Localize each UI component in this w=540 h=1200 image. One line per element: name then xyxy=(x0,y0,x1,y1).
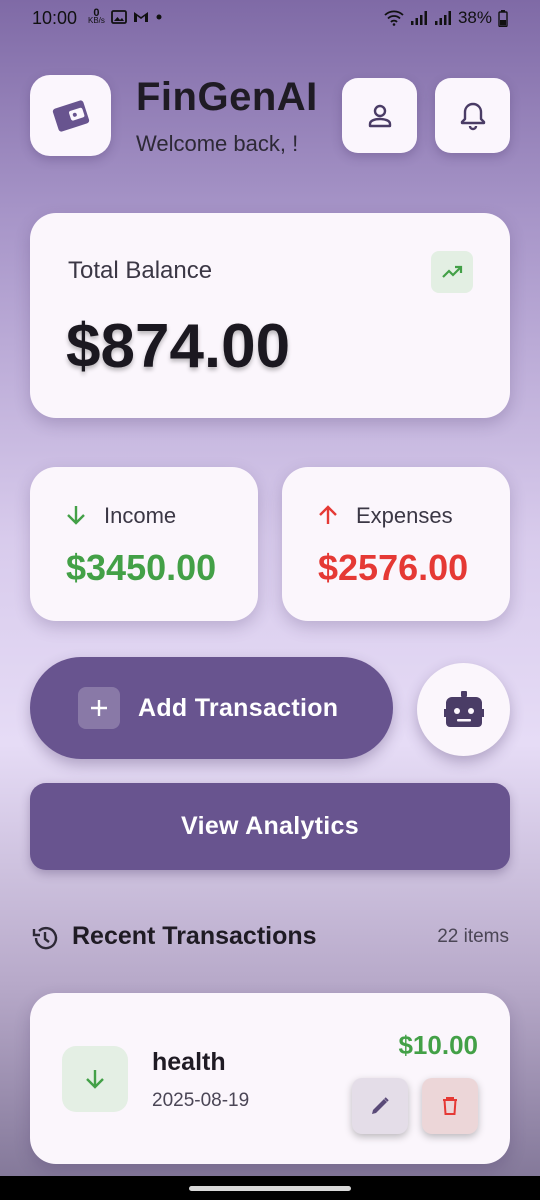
battery-percent: 38% xyxy=(457,8,492,27)
arrow-down-icon xyxy=(86,1070,104,1089)
home-gesture-handle[interactable] xyxy=(189,1186,351,1191)
transaction-date: 2025-08-19 xyxy=(152,1090,250,1111)
transaction-type-badge xyxy=(62,1046,128,1112)
signal-icon xyxy=(434,11,451,25)
ai-assistant-button[interactable] xyxy=(417,663,510,756)
trash-icon xyxy=(443,1097,457,1115)
add-transaction-button[interactable]: Add Transaction xyxy=(30,657,393,759)
transaction-amount: $10.00 xyxy=(398,1030,478,1060)
income-label: Income xyxy=(104,503,177,528)
welcome-message: Welcome back, ! xyxy=(136,131,299,156)
status-bar: 10:00 0 KB/s 38% xyxy=(0,0,540,38)
edit-transaction-button[interactable] xyxy=(352,1078,408,1134)
profile-button[interactable] xyxy=(342,78,417,153)
expenses-label: Expenses xyxy=(356,503,453,528)
trending-up-icon xyxy=(442,265,463,278)
balance-card: Total Balance $874.00 xyxy=(30,213,510,418)
history-icon xyxy=(32,926,58,950)
pencil-icon xyxy=(372,1097,389,1114)
transaction-item[interactable]: health 2025-08-19 $10.00 xyxy=(30,993,510,1164)
delete-transaction-button[interactable] xyxy=(422,1078,478,1134)
gmail-icon xyxy=(133,12,148,22)
status-system-icons: 38% xyxy=(384,8,508,28)
gallery-icon xyxy=(111,10,127,24)
app-title: FinGenAI xyxy=(136,75,318,119)
wifi-icon xyxy=(384,10,404,26)
bell-icon xyxy=(460,102,485,130)
balance-label: Total Balance xyxy=(68,257,213,284)
balance-value: $874.00 xyxy=(66,312,291,381)
app-logo xyxy=(30,75,111,156)
income-card: Income $3450.00 xyxy=(30,467,258,621)
view-analytics-button[interactable]: View Analytics xyxy=(30,783,510,870)
transaction-name: health xyxy=(152,1048,226,1076)
plus-icon xyxy=(91,700,107,716)
status-notification-icons: 0 KB/s xyxy=(88,7,163,25)
signal-icon xyxy=(410,11,427,25)
net-speed-label: KB/s xyxy=(88,16,105,25)
person-icon xyxy=(368,104,391,127)
dot-icon xyxy=(156,14,162,20)
add-transaction-label: Add Transaction xyxy=(138,693,339,722)
net-speed-icon: 0 KB/s xyxy=(88,7,105,25)
expenses-value: $2576.00 xyxy=(318,547,469,588)
notifications-button[interactable] xyxy=(435,78,510,153)
income-value: $3450.00 xyxy=(66,547,217,588)
plus-icon-box xyxy=(78,687,120,729)
trend-badge xyxy=(431,251,473,293)
status-time: 10:00 xyxy=(32,8,78,28)
robot-icon xyxy=(443,690,484,727)
expenses-card: Expenses $2576.00 xyxy=(282,467,510,621)
battery-icon xyxy=(498,9,508,27)
recent-transactions-count: 22 items xyxy=(437,926,509,947)
wallet-icon xyxy=(52,99,89,132)
arrow-down-icon xyxy=(67,506,85,525)
arrow-up-icon xyxy=(319,505,337,524)
recent-transactions-title: Recent Transactions xyxy=(72,922,317,950)
